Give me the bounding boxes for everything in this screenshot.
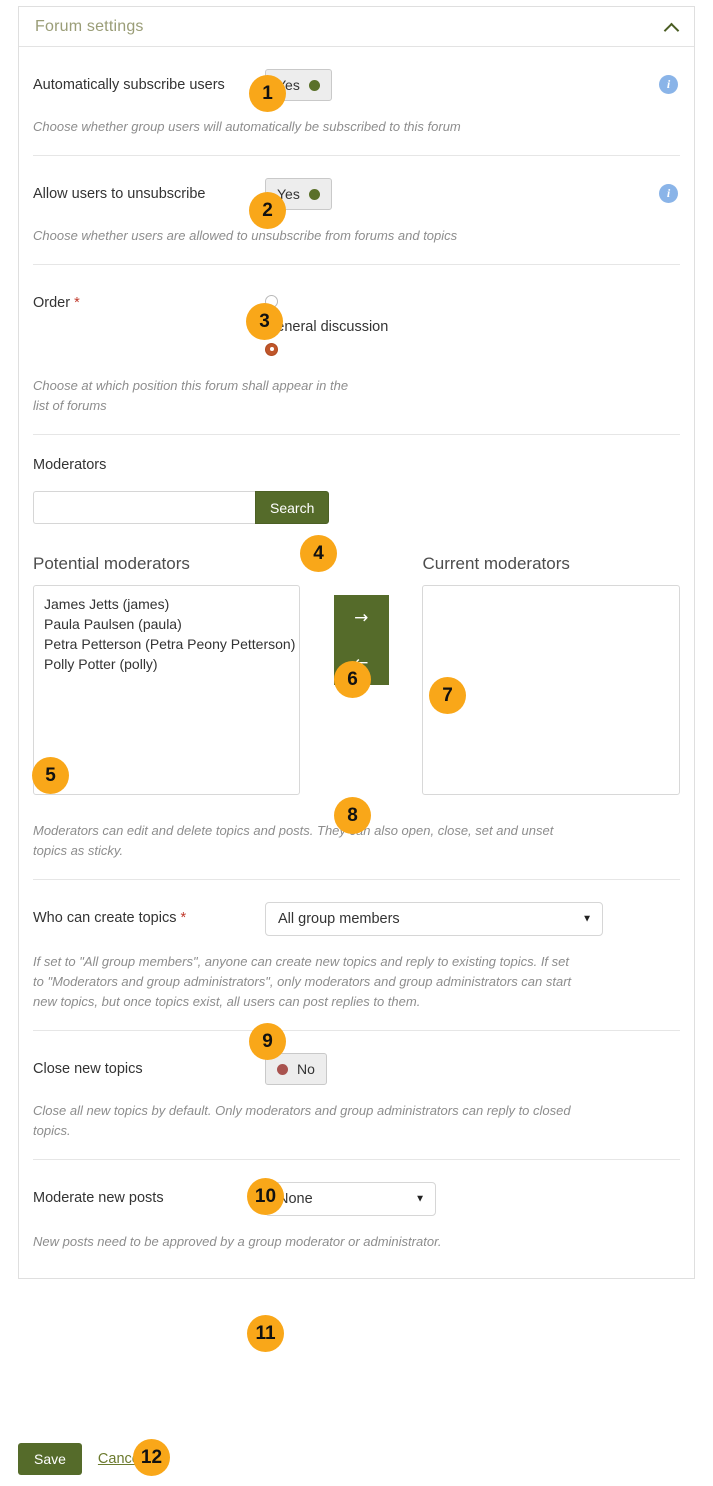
field-control-allow-unsubscribe: Yes i — [265, 178, 680, 210]
list-item[interactable]: James Jetts (james) — [34, 594, 299, 614]
who-can-create-topics-select[interactable]: All group members ▼ — [265, 902, 603, 936]
current-moderators-heading: Current moderators — [422, 554, 570, 573]
list-item[interactable]: Petra Petterson (Petra Peony Petterson) — [34, 634, 299, 654]
current-moderators-col: Current moderators — [422, 554, 680, 795]
toggle-status-dot — [277, 1063, 288, 1075]
help-text-who-can-create-topics: If set to "All group members", anyone ca… — [33, 954, 572, 1009]
field-allow-unsubscribe: Allow users to unsubscribe Yes i — [33, 156, 680, 210]
chevron-down-icon: ▼ — [582, 913, 592, 925]
search-button[interactable]: Search — [255, 491, 330, 524]
potential-moderators-listbox[interactable]: James Jetts (james) Paula Paulsen (paula… — [33, 585, 300, 795]
callout-badge-7: 7 — [429, 677, 466, 714]
help-text-auto-subscribe: Choose whether group users will automati… — [33, 119, 461, 134]
list-item[interactable]: Paula Paulsen (paula) — [34, 614, 299, 634]
info-icon[interactable]: i — [659, 184, 678, 203]
help-text-moderate-new-posts: New posts need to be approved by a group… — [33, 1234, 442, 1249]
order-option-label-2: General discussion — [265, 319, 389, 335]
form-footer: Save Cancel — [18, 1443, 143, 1475]
field-close-new-topics: Close new topics No — [33, 1031, 680, 1085]
chevron-up-icon[interactable] — [664, 19, 680, 35]
field-moderate-new-posts: Moderate new posts None ▼ — [33, 1160, 680, 1216]
callout-badge-12: 12 — [133, 1439, 170, 1476]
order-radio-group: General discussion — [265, 287, 680, 360]
field-who-can-create-topics: Who can create topics * All group member… — [33, 880, 680, 936]
order-radio-option-2[interactable] — [265, 338, 680, 360]
toggle-status-dot — [308, 188, 320, 200]
potential-moderators-col: Potential moderators James Jetts (james)… — [33, 554, 300, 795]
who-can-create-topics-value: All group members — [278, 911, 400, 927]
field-label-auto-subscribe: Automatically subscribe users — [33, 77, 225, 93]
moderate-new-posts-select[interactable]: None ▼ — [265, 1182, 436, 1216]
field-label-who-can-create-topics-text: Who can create topics — [33, 910, 177, 926]
callout-badge-10: 10 — [247, 1178, 284, 1215]
panel-header[interactable]: Forum settings — [19, 7, 694, 47]
field-control-who-can-create-topics: All group members ▼ — [265, 902, 680, 936]
field-label-who-can-create-topics: Who can create topics * — [33, 902, 265, 927]
order-radio-option-1[interactable] — [265, 290, 680, 312]
close-new-topics-toggle-label: No — [297, 1061, 315, 1077]
field-auto-subscribe: Automatically subscribe users Yes i — [33, 47, 680, 101]
potential-moderators-heading: Potential moderators — [33, 554, 190, 573]
field-label-close-new-topics: Close new topics — [33, 1061, 143, 1077]
callout-badge-8: 8 — [334, 797, 371, 834]
moderator-search-row: Search — [33, 491, 680, 524]
field-label-moderate-new-posts: Moderate new posts — [33, 1190, 164, 1206]
chevron-down-icon: ▼ — [415, 1193, 425, 1205]
required-marker: * — [180, 910, 187, 926]
field-control-order: General discussion — [265, 287, 680, 360]
field-order: Order * General discussion — [33, 265, 680, 360]
callout-badge-11: 11 — [247, 1315, 284, 1352]
field-label-allow-unsubscribe: Allow users to unsubscribe — [33, 186, 206, 202]
section-label-moderators: Moderators — [33, 457, 107, 473]
field-label-order: Order * — [33, 287, 265, 312]
save-button[interactable]: Save — [18, 1443, 82, 1475]
field-control-close-new-topics: No — [265, 1053, 680, 1085]
add-moderator-button[interactable]: → — [333, 595, 389, 640]
help-text-close-new-topics: Close all new topics by default. Only mo… — [33, 1103, 571, 1138]
callout-badge-6: 6 — [334, 661, 371, 698]
field-control-auto-subscribe: Yes i — [265, 69, 680, 101]
field-label-order-text: Order — [33, 295, 71, 311]
callout-badge-5: 5 — [32, 757, 69, 794]
info-icon[interactable]: i — [659, 75, 678, 94]
help-text-order: Choose at which position this forum shal… — [33, 378, 349, 413]
callout-badge-9: 9 — [249, 1023, 286, 1060]
help-text-allow-unsubscribe: Choose whether users are allowed to unsu… — [33, 228, 458, 243]
required-marker: * — [74, 295, 80, 311]
moderator-search-input[interactable] — [33, 491, 255, 524]
radio-icon-selected[interactable] — [265, 342, 278, 356]
callout-badge-3: 3 — [246, 303, 283, 340]
callout-badge-2: 2 — [249, 192, 286, 229]
help-text-moderators: Moderators can edit and delete topics an… — [33, 823, 554, 858]
callout-badge-1: 1 — [249, 75, 286, 112]
forum-settings-panel: Forum settings Automatically subscribe u… — [18, 6, 695, 1279]
toggle-status-dot — [308, 79, 320, 91]
list-item[interactable]: Polly Potter (polly) — [34, 654, 299, 674]
page-title: Forum settings — [35, 17, 144, 35]
callout-badge-4: 4 — [300, 535, 337, 572]
field-control-moderate-new-posts: None ▼ — [265, 1182, 680, 1216]
